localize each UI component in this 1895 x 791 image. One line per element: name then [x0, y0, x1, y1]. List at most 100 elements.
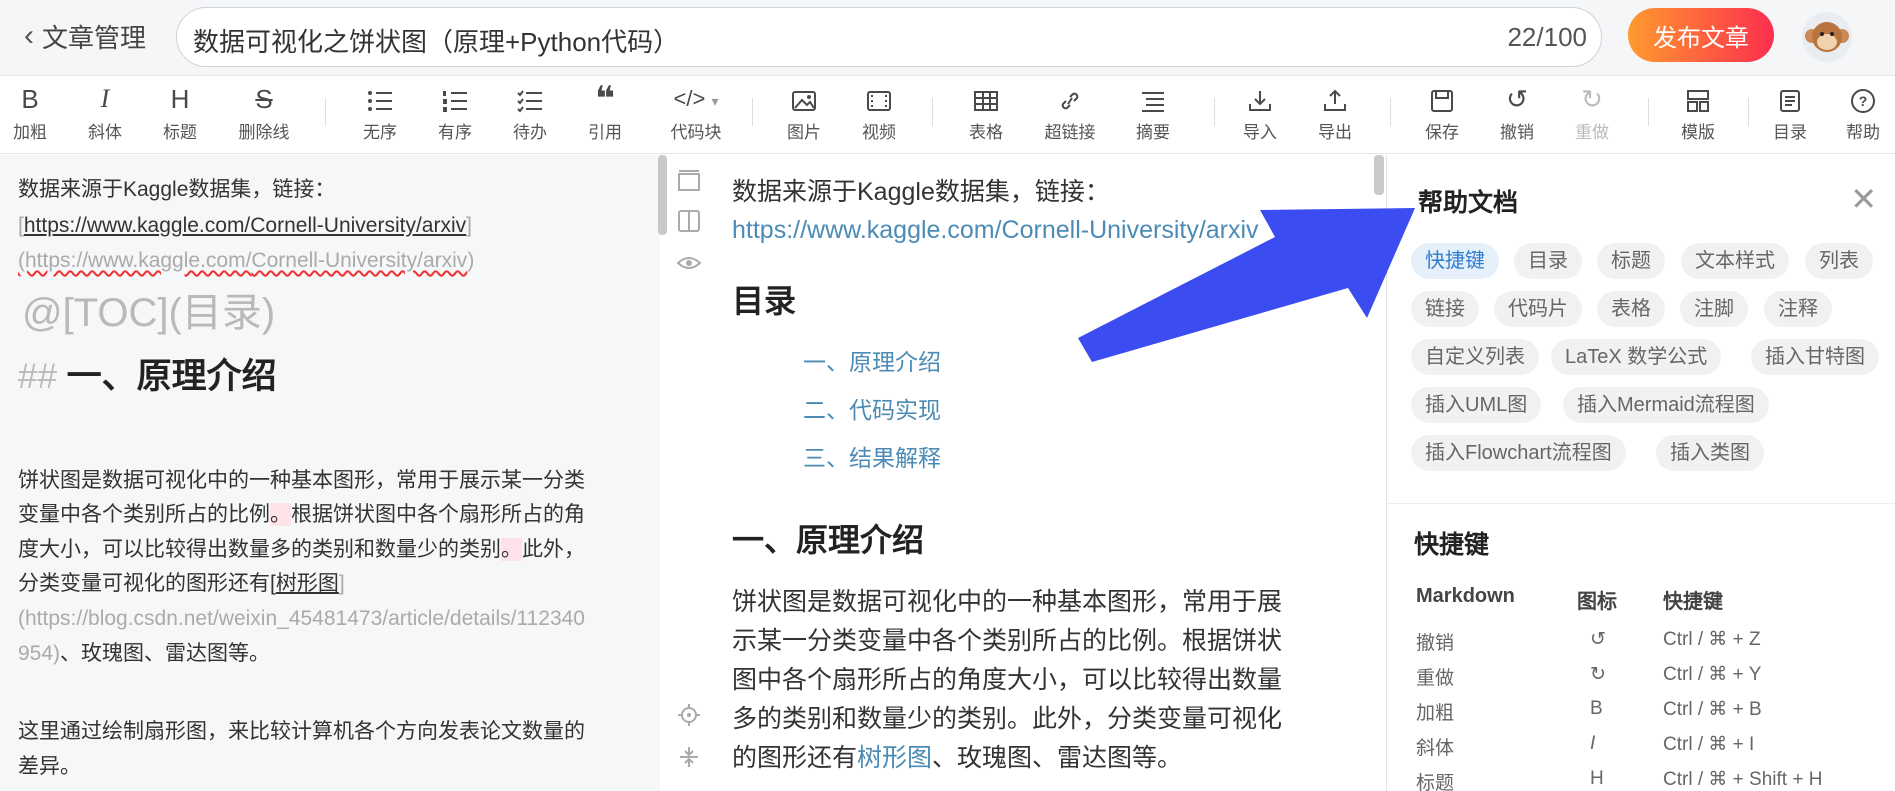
help-chip[interactable]: 目录: [1514, 243, 1582, 279]
help-chip[interactable]: 代码片: [1494, 291, 1582, 327]
toolbar-label: 斜体: [88, 123, 122, 142]
heading-text: 一、原理介绍: [66, 357, 277, 396]
top-header: ‹ 文章管理 数据可视化之饼状图（原理+Python代码） 22/100 发布文…: [0, 0, 1895, 76]
toolbar-link[interactable]: 超链接: [1030, 82, 1110, 148]
toolbar-todo-list[interactable]: 待办: [490, 82, 570, 148]
toc-item[interactable]: 二、代码实现: [803, 391, 941, 425]
redo-icon: ↻: [1581, 84, 1603, 114]
text-span: 的图形还有: [732, 744, 858, 772]
toolbar-label: 加粗: [13, 123, 47, 142]
toolbar-help[interactable]: ? 帮助: [1823, 82, 1895, 148]
bold-icon: B: [21, 84, 39, 114]
toolbar-export[interactable]: 导出: [1295, 82, 1375, 148]
help-divider: [1387, 503, 1895, 504]
help-chip[interactable]: 标题: [1597, 243, 1665, 279]
toolbar-video[interactable]: 视频: [839, 82, 919, 148]
toolbar-label: 导出: [1318, 123, 1352, 142]
split-view-icon[interactable]: [676, 209, 702, 235]
toolbar-template[interactable]: 模版: [1658, 82, 1738, 148]
help-panel: 帮助文档 ✕ 快捷键 目录 标题 文本样式 列表 链接 代码片 表格 注脚 注释…: [1386, 155, 1895, 791]
preview-paragraph: 饼状图是数据可视化中的一种基本图形，常用于展: [732, 588, 1283, 616]
template-icon: [1658, 82, 1738, 116]
editor-line: [https://www.kaggle.com/Cornell-Universi…: [18, 208, 472, 243]
toolbar-toc[interactable]: 目录: [1750, 82, 1830, 148]
shortcut-name: 加粗: [1416, 703, 1455, 724]
editor-line: 954)、玫瑰图、雷达图等。: [18, 636, 270, 671]
shortcut-keys: Ctrl / ⌘ + Shift + H: [1663, 769, 1823, 790]
help-chip[interactable]: LaTeX 数学公式: [1551, 339, 1722, 375]
editor-line: 饼状图是数据可视化中的一种基本图形，常用于展示某一分类: [18, 469, 585, 492]
bold-icon: B: [1590, 698, 1603, 719]
code-block-icon: </> ▾: [673, 86, 719, 111]
help-chip[interactable]: 插入Mermaid流程图: [1563, 387, 1769, 423]
shortcut-section-title: 快捷键: [1414, 531, 1490, 559]
toolbar-label: 撤销: [1500, 123, 1534, 142]
help-chip[interactable]: 注释: [1764, 291, 1832, 327]
preview-paragraph: 数据来源于Kaggle数据集，链接：: [732, 178, 1110, 206]
back-to-article-management[interactable]: ‹ 文章管理: [24, 14, 146, 58]
toolbar-ordered-list[interactable]: 有序: [415, 82, 495, 148]
shortcut-name: 撤销: [1416, 633, 1455, 654]
toolbar-italic[interactable]: I 斜体: [65, 82, 145, 148]
text-span: 度大小，可以比较得出数量多的类别和数量少的类别: [18, 538, 501, 561]
toolbar-undo[interactable]: ↺ 撤销: [1477, 82, 1557, 148]
fullscreen-preview-icon[interactable]: [676, 169, 702, 195]
eye-icon[interactable]: [676, 251, 702, 277]
article-title-text: 数据可视化之饼状图（原理+Python代码）: [193, 27, 680, 57]
toolbar-quote[interactable]: ❝ 引用: [565, 82, 645, 148]
preview-paragraph: 的图形还有树形图、玫瑰图、雷达图等。: [732, 738, 1182, 778]
markdown-editor[interactable]: 数据来源于Kaggle数据集，链接： [https://www.kaggle.c…: [0, 155, 660, 791]
help-chip[interactable]: 列表: [1805, 243, 1873, 279]
toolbar-strikethrough[interactable]: S 删除线: [224, 82, 304, 148]
toolbar-divider: [752, 98, 753, 126]
svg-text:?: ?: [1859, 93, 1868, 109]
video-icon: [839, 82, 919, 116]
locate-icon[interactable]: [676, 703, 702, 729]
editor-line: (https://blog.csdn.net/weixin_45481473/a…: [18, 607, 585, 630]
help-chip[interactable]: 插入类图: [1656, 435, 1764, 471]
toolbar-divider: [1748, 98, 1749, 126]
toolbar-label: 表格: [969, 123, 1003, 142]
help-chip[interactable]: 文本样式: [1681, 243, 1789, 279]
shortcut-keys: Ctrl / ⌘ + Y: [1663, 664, 1762, 685]
md-bracket: ): [467, 249, 475, 272]
toolbar-code-block[interactable]: </> ▾ 代码块: [648, 82, 744, 148]
md-bracket: ]: [338, 572, 345, 595]
toolbar-bold[interactable]: B 加粗: [0, 82, 70, 148]
toolbar-save[interactable]: 保存: [1402, 82, 1482, 148]
shortcut-keys: Ctrl / ⌘ + Z: [1663, 629, 1761, 650]
article-title-input[interactable]: 数据可视化之饼状图（原理+Python代码） 22/100: [176, 7, 1602, 67]
summary-icon: [1113, 82, 1193, 116]
preview-link[interactable]: 树形图: [857, 744, 932, 772]
help-chip[interactable]: 自定义列表: [1411, 339, 1539, 375]
help-chip[interactable]: 插入甘特图: [1751, 339, 1879, 375]
toc-item[interactable]: 三、结果解释: [803, 439, 941, 473]
help-chip[interactable]: 表格: [1597, 291, 1665, 327]
help-chip[interactable]: 插入Flowchart流程图: [1411, 435, 1626, 471]
avatar[interactable]: [1802, 12, 1852, 62]
link-icon: [1030, 82, 1110, 116]
help-chip[interactable]: 插入UML图: [1411, 387, 1542, 423]
toolbar-unordered-list[interactable]: 无序: [340, 82, 420, 148]
editor-scrollbar[interactable]: [658, 155, 667, 235]
toolbar-table[interactable]: 表格: [946, 82, 1026, 148]
text-span: 分类变量可视化的图形还有[: [18, 572, 276, 595]
help-chip[interactable]: 注脚: [1680, 291, 1748, 327]
publish-article-button[interactable]: 发布文章: [1628, 8, 1774, 62]
toolbar-import[interactable]: 导入: [1220, 82, 1300, 148]
toc-item[interactable]: 一、原理介绍: [803, 343, 941, 377]
md-bracket: ]: [466, 214, 472, 237]
sync-scroll-icon[interactable]: [676, 745, 702, 771]
toolbar-heading[interactable]: H 标题: [140, 82, 220, 148]
toolbar-divider: [932, 98, 933, 126]
preview-paragraph: 示某一分类变量中各个类别所占的比例。根据饼状: [732, 627, 1283, 655]
close-icon[interactable]: ✕: [1850, 183, 1877, 215]
toolbar-image[interactable]: 图片: [764, 82, 844, 148]
toolbar-summary[interactable]: 摘要: [1113, 82, 1193, 148]
import-icon: [1220, 82, 1300, 116]
help-panel-title: 帮助文档: [1418, 189, 1519, 217]
md-url: Cornell-University/arxiv: [251, 249, 468, 272]
preview-paragraph: 多的类别和数量少的类别。此外，分类变量可视化: [732, 705, 1283, 733]
toolbar-redo[interactable]: ↻ 重做: [1552, 82, 1632, 148]
toolbar-label: 引用: [588, 123, 622, 142]
